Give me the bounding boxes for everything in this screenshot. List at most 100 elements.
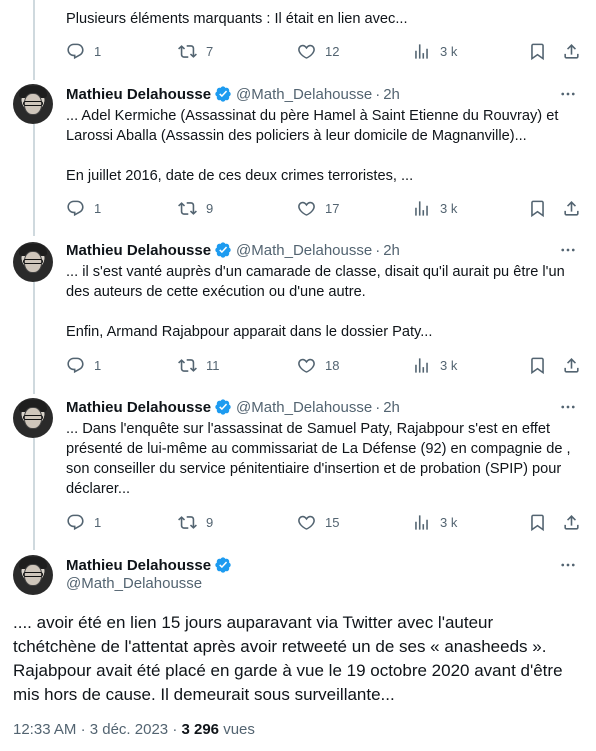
separator-dot: ·	[375, 85, 381, 103]
tweet-time[interactable]: 2h	[383, 86, 400, 103]
bookmark-button[interactable]	[528, 354, 547, 376]
verified-badge-icon	[214, 556, 232, 574]
like-count: 12	[325, 43, 340, 59]
reply-count: 1	[94, 357, 102, 373]
share-button[interactable]	[562, 40, 581, 62]
share-icon	[562, 513, 581, 532]
reply-icon	[66, 42, 85, 61]
like-count: 18	[325, 357, 340, 373]
tweet-header: Mathieu Delahousse @Math_Delahousse · 2h	[66, 240, 400, 260]
tweet[interactable]: Mathieu Delahousse @Math_Delahousse · 2h…	[0, 240, 596, 380]
views-button[interactable]: 3 k	[412, 197, 457, 219]
bookmark-icon	[528, 513, 547, 532]
reply-icon	[66, 356, 85, 375]
views-icon	[412, 513, 431, 532]
more-button[interactable]	[558, 397, 578, 417]
like-button[interactable]: 15	[297, 511, 339, 533]
retweet-button[interactable]: 7	[178, 40, 213, 62]
retweet-count: 11	[206, 357, 220, 373]
more-button[interactable]	[558, 240, 578, 260]
views-icon	[412, 199, 431, 218]
bookmark-icon	[528, 42, 547, 61]
retweet-button[interactable]: 11	[178, 354, 220, 376]
like-button[interactable]: 17	[297, 197, 339, 219]
more-icon	[559, 398, 577, 416]
tweet-text: ... Dans l'enquête sur l'assassinat de S…	[66, 421, 571, 497]
like-count: 17	[325, 200, 340, 216]
more-icon	[559, 241, 577, 259]
tweet-actions: 1 9 15 3 k	[66, 511, 581, 533]
views-label: vues	[223, 721, 255, 738]
author-handle[interactable]: @Math_Delahousse	[66, 575, 202, 592]
tweet-time[interactable]: 2h	[383, 242, 400, 259]
reply-button[interactable]: 1	[66, 511, 101, 533]
author-name[interactable]: Mathieu Delahousse	[66, 399, 211, 416]
like-button[interactable]: 12	[297, 40, 339, 62]
reply-icon	[66, 513, 85, 532]
more-button[interactable]	[558, 555, 578, 575]
share-icon	[562, 356, 581, 375]
tweet-actions: 1 7 12 3 k	[66, 40, 581, 62]
main-tweet: Mathieu Delahousse @Math_Delahousse ....…	[0, 555, 596, 751]
retweet-button[interactable]: 9	[178, 197, 213, 219]
like-icon	[297, 356, 316, 375]
author-handle[interactable]: @Math_Delahousse	[236, 86, 372, 103]
views-button[interactable]: 3 k	[412, 511, 457, 533]
views-icon	[412, 356, 431, 375]
tweet-time[interactable]: 2h	[383, 399, 400, 416]
separator-dot: ·	[375, 398, 381, 416]
tweet[interactable]: Plusieurs éléments marquants : Il était …	[0, 0, 596, 74]
verified-badge-icon	[214, 241, 232, 259]
verified-badge-icon	[214, 85, 232, 103]
views-button[interactable]: 3 k	[412, 40, 457, 62]
reply-button[interactable]: 1	[66, 354, 101, 376]
tweet[interactable]: Mathieu Delahousse @Math_Delahousse · 2h…	[0, 84, 596, 224]
avatar[interactable]	[13, 398, 53, 438]
retweet-count: 9	[206, 514, 214, 530]
retweet-icon	[178, 42, 197, 61]
tweet-date[interactable]: 3 déc. 2023	[90, 721, 168, 738]
avatar[interactable]	[13, 555, 53, 595]
verified-badge-icon	[214, 398, 232, 416]
author-name[interactable]: Mathieu Delahousse	[66, 557, 211, 574]
author-handle[interactable]: @Math_Delahousse	[236, 242, 372, 259]
tweet-actions: 1 9 17 3 k	[66, 197, 581, 219]
share-button[interactable]	[562, 511, 581, 533]
author-handle[interactable]: @Math_Delahousse	[236, 399, 372, 416]
view-count: 3 k	[440, 357, 458, 373]
tweet-header: Mathieu Delahousse @Math_Delahousse · 2h	[66, 397, 400, 417]
tweet-meta: 12:33 AM · 3 déc. 2023 · 3 296 vues	[13, 721, 255, 738]
separator-dot: ·	[375, 241, 381, 259]
bookmark-icon	[528, 356, 547, 375]
reply-count: 1	[94, 514, 102, 530]
author-name[interactable]: Mathieu Delahousse	[66, 242, 211, 259]
bookmark-button[interactable]	[528, 511, 547, 533]
bookmark-button[interactable]	[528, 40, 547, 62]
author-name[interactable]: Mathieu Delahousse	[66, 86, 211, 103]
views-button[interactable]: 3 k	[412, 354, 457, 376]
tweet-text: .... avoir été en lien 15 jours auparava…	[13, 613, 563, 704]
tweet-actions: 1 11 18 3 k	[66, 354, 581, 376]
more-button[interactable]	[558, 84, 578, 104]
tweet-header: Mathieu Delahousse	[66, 555, 236, 575]
share-icon	[562, 42, 581, 61]
bookmark-button[interactable]	[528, 197, 547, 219]
separator-dot: ·	[172, 721, 178, 738]
tweet-text: ... il s'est vanté auprès d'un camarade …	[66, 264, 565, 340]
share-button[interactable]	[562, 354, 581, 376]
tweet-timestamp[interactable]: 12:33 AM	[13, 721, 76, 738]
tweet-text: ... Adel Kermiche (Assassinat du père Ha…	[66, 108, 559, 184]
tweet[interactable]: Mathieu Delahousse @Math_Delahousse · 2h…	[0, 397, 596, 537]
views-icon	[412, 42, 431, 61]
avatar[interactable]	[13, 242, 53, 282]
share-button[interactable]	[562, 197, 581, 219]
reply-button[interactable]: 1	[66, 197, 101, 219]
like-count: 15	[325, 514, 340, 530]
like-button[interactable]: 18	[297, 354, 339, 376]
reply-icon	[66, 199, 85, 218]
reply-button[interactable]: 1	[66, 40, 101, 62]
retweet-button[interactable]: 9	[178, 511, 213, 533]
avatar[interactable]	[13, 84, 53, 124]
reply-count: 1	[94, 43, 102, 59]
reply-count: 1	[94, 200, 102, 216]
